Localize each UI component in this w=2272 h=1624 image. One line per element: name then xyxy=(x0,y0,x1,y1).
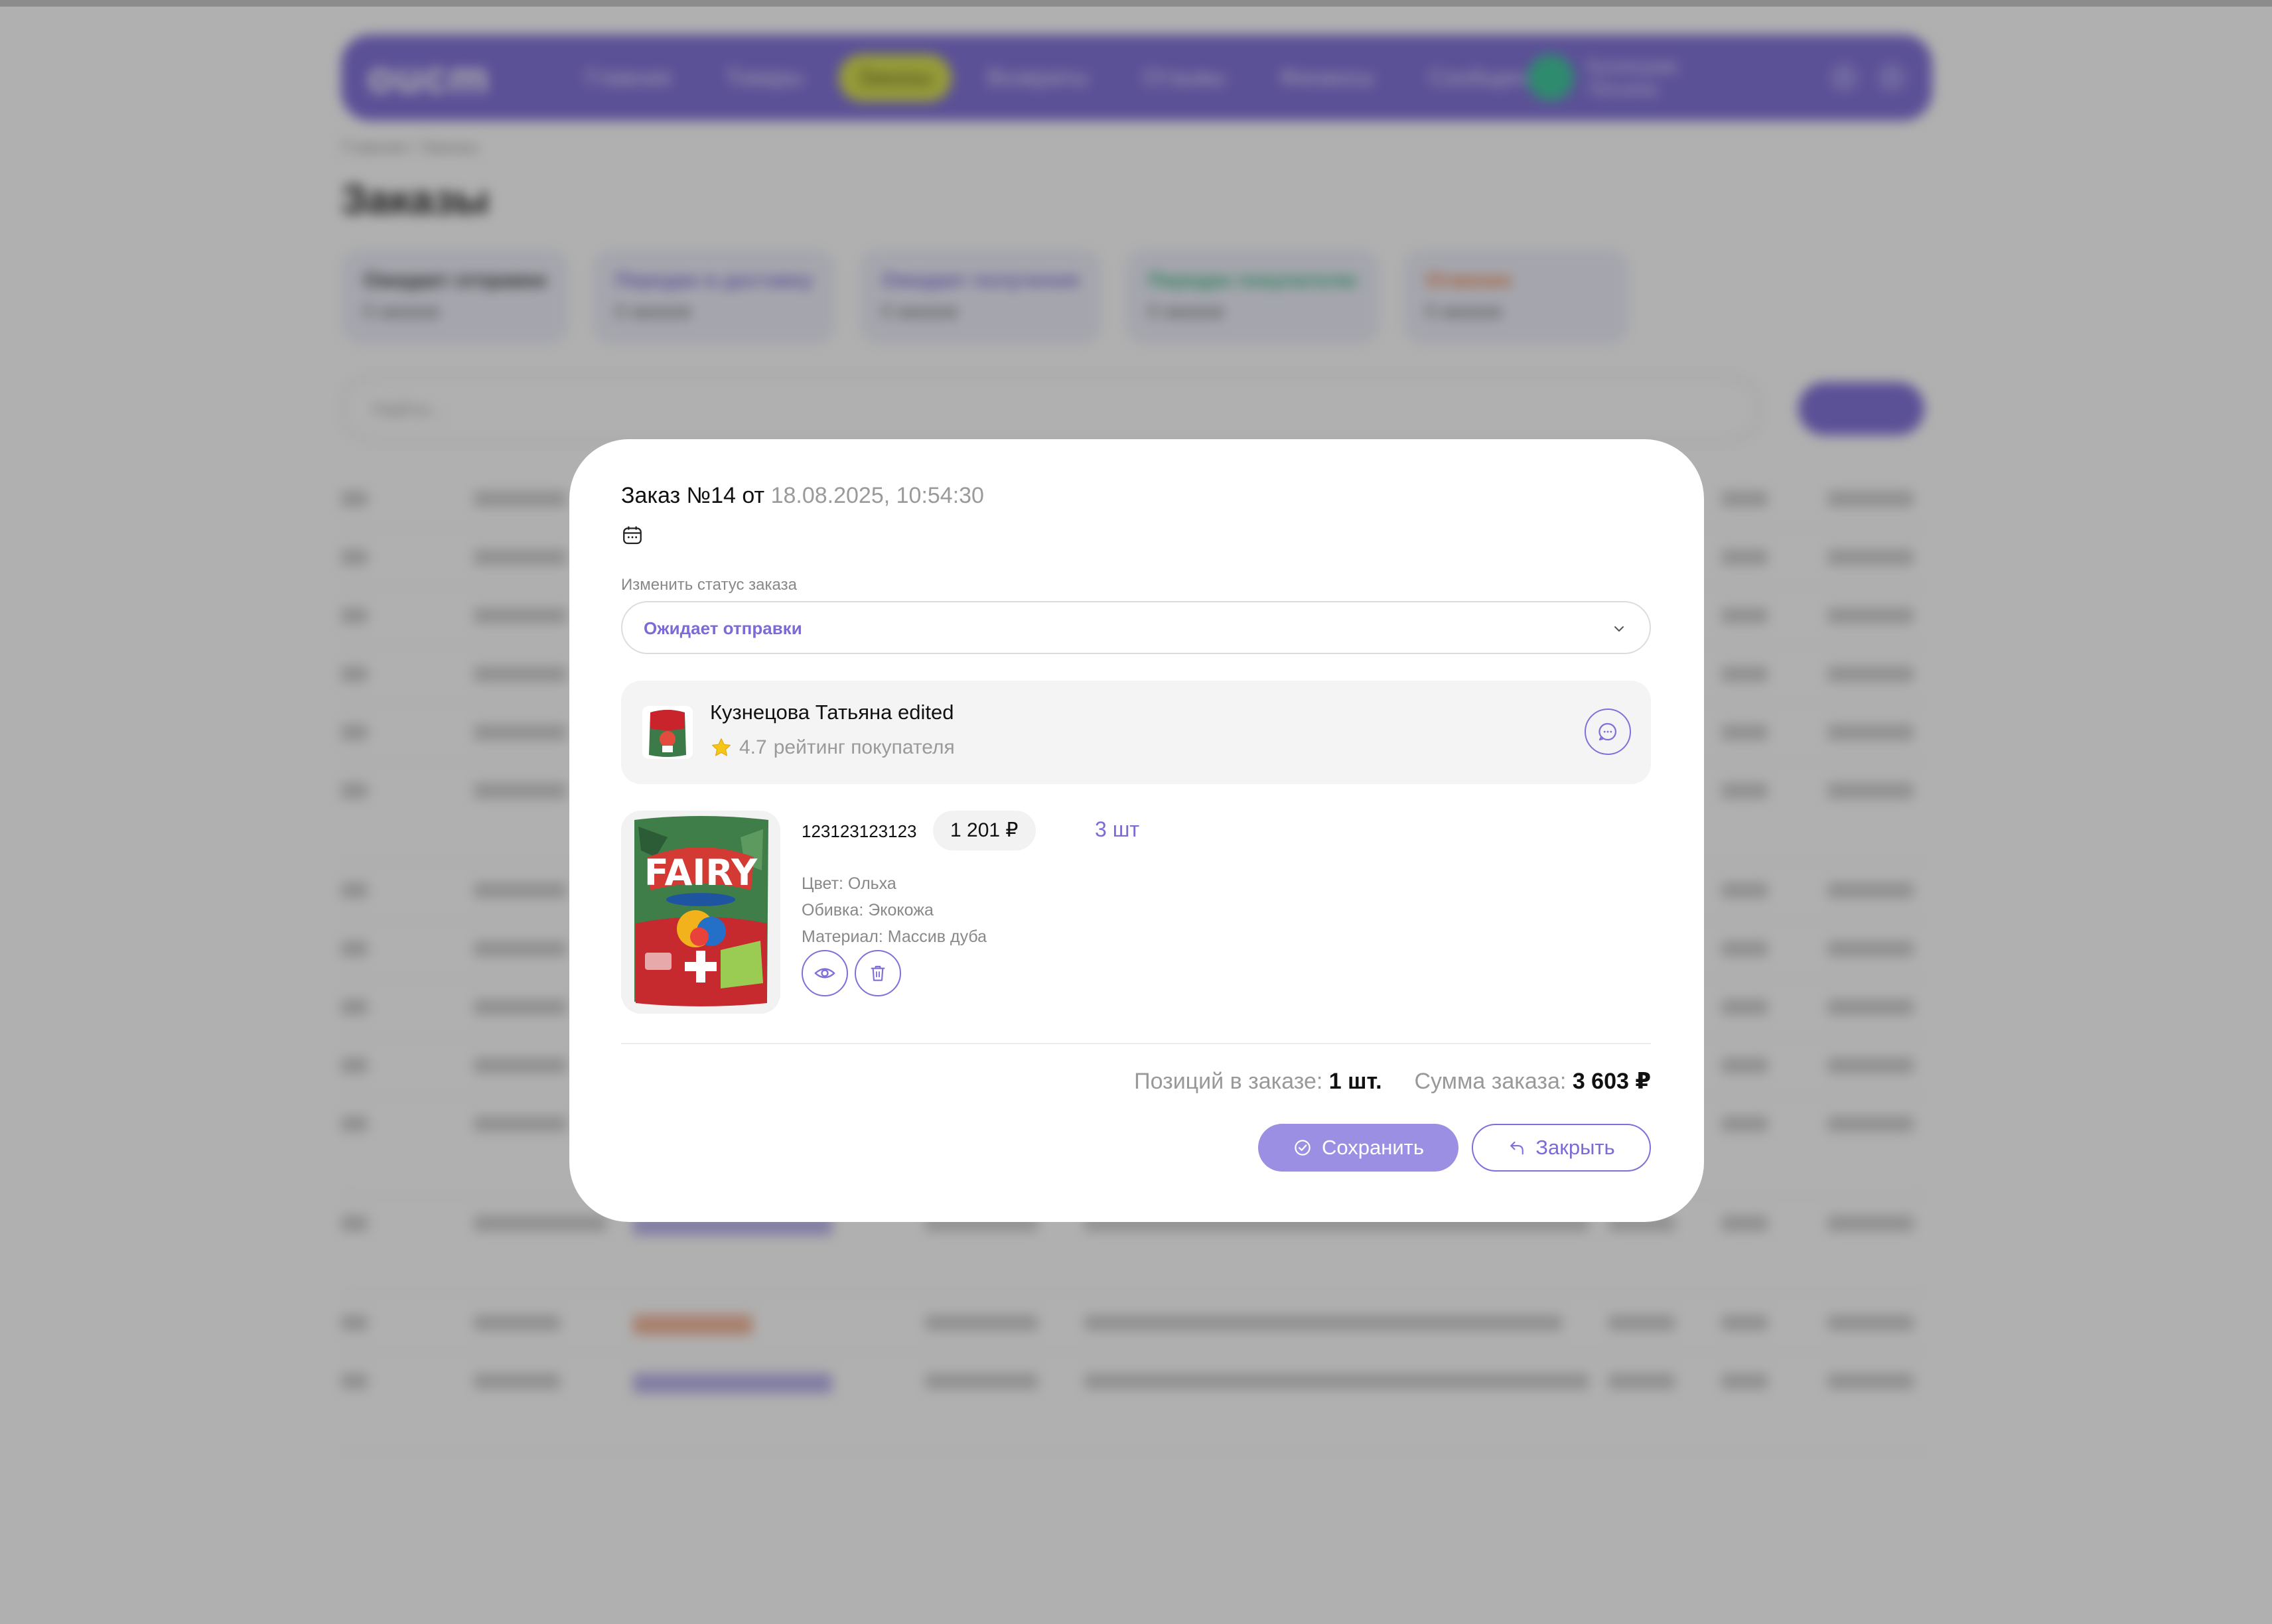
modal-title: Заказ №14 от 18.08.2025, 10:54:30 xyxy=(621,483,984,509)
buyer-card: Кузнецова Татьяна edited 4.7 рейтинг пок… xyxy=(621,681,1651,784)
save-button[interactable]: Сохранить xyxy=(1258,1124,1458,1172)
order-number: Заказ №14 от xyxy=(621,483,765,508)
buyer-rating-label: рейтинг покупателя xyxy=(773,736,955,758)
chevron-down-icon xyxy=(1614,626,1624,632)
status-select-value: Ожидает отправки xyxy=(644,618,802,638)
positions-value: 1 шт. xyxy=(1328,1069,1382,1094)
product-sku: 123123123123 xyxy=(802,821,917,841)
product-attribute-material: Материал: Массив дуба xyxy=(802,927,987,946)
chat-button[interactable] xyxy=(1585,709,1631,755)
product-quantity: 3 шт xyxy=(1095,817,1140,841)
chat-icon xyxy=(1598,722,1617,741)
sum-label: Сумма заказа: xyxy=(1414,1069,1567,1094)
positions-label: Позиций в заказе: xyxy=(1134,1069,1323,1094)
eye-icon xyxy=(814,968,835,979)
view-product-button[interactable] xyxy=(802,950,848,996)
undo-arrow-icon xyxy=(1510,1141,1524,1155)
product-attribute-upholstery: Обивка: Экокожа xyxy=(802,901,934,919)
buyer-name: Кузнецова Татьяна edited xyxy=(710,701,954,724)
order-modal: Заказ №14 от 18.08.2025, 10:54:30 Измени… xyxy=(569,439,1704,1222)
sum-value: 3 603 ₽ xyxy=(1572,1069,1651,1094)
buyer-rating-value: 4.7 xyxy=(739,736,767,758)
order-date: 18.08.2025, 10:54:30 xyxy=(770,483,984,508)
buyer-avatar xyxy=(642,706,693,759)
product-attribute-color: Цвет: Ольха xyxy=(802,874,896,893)
status-field-label: Изменить статус заказа xyxy=(621,576,797,594)
star-icon xyxy=(711,738,731,756)
product-image[interactable]: FAIRY xyxy=(621,811,780,1014)
delete-product-button[interactable] xyxy=(855,950,901,996)
save-button-label: Сохранить xyxy=(1321,1136,1425,1159)
close-button[interactable]: Закрыть xyxy=(1472,1124,1651,1172)
check-circle-icon xyxy=(1295,1140,1311,1156)
product-price-badge: 1 201 ₽ xyxy=(933,811,1036,850)
order-totals: Позиций в заказе: 1 шт. Сумма заказа: 3 … xyxy=(1134,1068,1651,1095)
buyer-rating: 4.7 рейтинг покупателя xyxy=(710,736,955,759)
close-button-label: Закрыть xyxy=(1535,1136,1615,1159)
calendar-icon[interactable] xyxy=(621,524,644,547)
status-select[interactable]: Ожидает отправки xyxy=(621,601,1651,654)
product-brand-text: FAIRY xyxy=(644,852,758,894)
trash-icon xyxy=(871,965,885,981)
divider xyxy=(621,1043,1651,1044)
